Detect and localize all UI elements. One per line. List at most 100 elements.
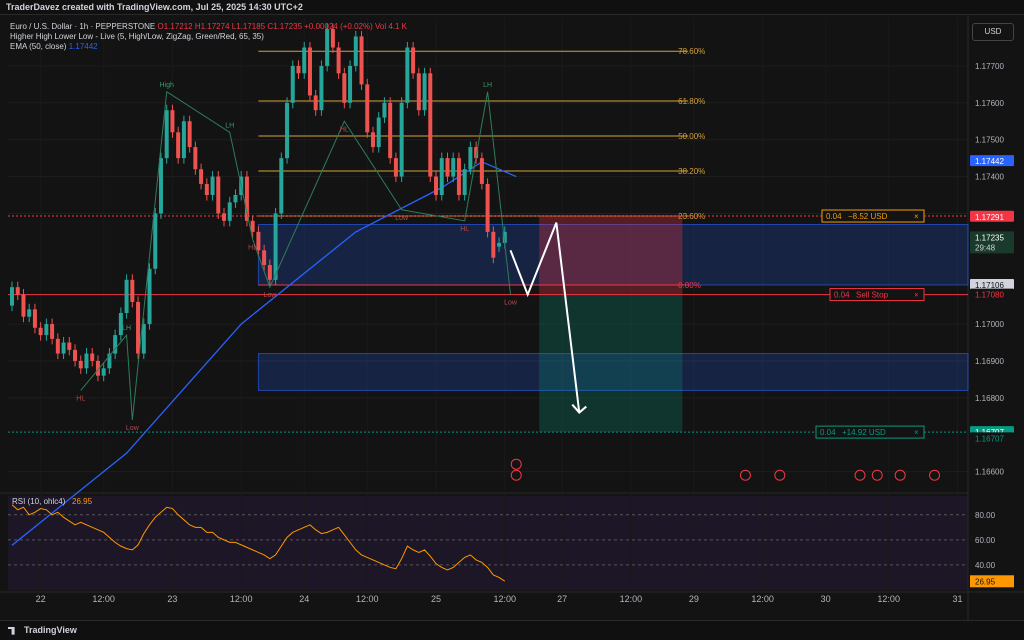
candle-body bbox=[319, 65, 324, 111]
price-chart[interactable]: 1.177001.176001.175001.174001.173001.170… bbox=[0, 15, 1024, 620]
candle-body bbox=[78, 360, 83, 369]
entry-order-label-text: Sell Stop bbox=[856, 291, 889, 300]
tradingview-logo[interactable]: TradingView bbox=[8, 621, 77, 640]
candle-body bbox=[376, 117, 381, 148]
candle-body bbox=[55, 338, 60, 354]
candle-body bbox=[73, 349, 78, 361]
candle-body bbox=[136, 301, 141, 354]
rsi-value-label: 26.95 bbox=[72, 497, 93, 506]
candle-body bbox=[434, 176, 439, 195]
candle-body bbox=[290, 65, 295, 103]
candle-body bbox=[393, 158, 398, 177]
candle-body bbox=[273, 213, 278, 280]
close-icon: × bbox=[914, 428, 919, 437]
candle-body bbox=[497, 242, 502, 247]
chart-legend: Euro / U.S. Dollar · 1h · PEPPERSTONE O1… bbox=[10, 22, 407, 52]
x-tick-label: 12:00 bbox=[751, 594, 774, 604]
pivot-label: Low bbox=[504, 300, 518, 307]
currency-button[interactable]: USD bbox=[972, 23, 1014, 41]
pivot-label: HL bbox=[248, 244, 257, 251]
candle-body bbox=[170, 110, 175, 133]
candle-body bbox=[216, 176, 221, 214]
rsi-background bbox=[8, 496, 968, 590]
x-tick-label: 12:00 bbox=[494, 594, 517, 604]
candle-body bbox=[181, 121, 186, 159]
candle-body bbox=[67, 342, 72, 350]
candle-body bbox=[193, 147, 198, 170]
y-tick-label: 1.17400 bbox=[975, 173, 1004, 182]
indicator-zigzag-label: Higher High Lower Low - Live (5, High/Lo… bbox=[10, 32, 264, 41]
y-tick-label: 1.17600 bbox=[975, 99, 1004, 108]
indicator-ema-label: EMA (50, close) bbox=[10, 42, 67, 51]
entry-order-label-text: 0.04 bbox=[834, 291, 850, 300]
candle-body bbox=[32, 309, 37, 328]
x-tick-label: 25 bbox=[431, 594, 441, 604]
fib-label: 50.00% bbox=[678, 132, 705, 141]
pivot-label: HL bbox=[460, 226, 469, 233]
candle-body bbox=[422, 73, 427, 111]
x-tick-label: 31 bbox=[952, 594, 962, 604]
candle-body bbox=[451, 158, 456, 177]
rsi-level-label: 80.00 bbox=[975, 511, 996, 520]
candle-body bbox=[204, 183, 209, 195]
target-order-label-text: +14.92 USD bbox=[842, 428, 886, 437]
y-tick-label: 1.17000 bbox=[975, 320, 1004, 329]
footer-bar: TradingView bbox=[0, 620, 1024, 640]
candle-body bbox=[15, 287, 20, 295]
candle-body bbox=[38, 327, 43, 336]
pivot-label: HL bbox=[76, 395, 85, 402]
price-tag-text: 1.16707 bbox=[975, 434, 1004, 443]
candle-body bbox=[153, 213, 158, 269]
candle-body bbox=[10, 287, 14, 306]
economic-event-icon bbox=[774, 469, 786, 481]
close-icon: × bbox=[914, 212, 919, 221]
fib-label: 61.80% bbox=[678, 97, 705, 106]
y-tick-label: 1.16600 bbox=[975, 468, 1004, 477]
candle-body bbox=[462, 169, 467, 195]
y-tick-label: 1.16800 bbox=[975, 394, 1004, 403]
ohlc-readout: O1.17212 H1.17274 L1.17185 C1.17235 +0.0… bbox=[157, 22, 407, 31]
economic-event-icon bbox=[871, 469, 883, 481]
candle-body bbox=[370, 132, 375, 148]
candle-body bbox=[147, 268, 152, 325]
candle-body bbox=[187, 121, 192, 148]
candle-body bbox=[210, 176, 215, 195]
candle-body bbox=[468, 147, 473, 170]
economic-event-icon bbox=[510, 458, 522, 470]
x-tick-label: 22 bbox=[36, 594, 46, 604]
economic-event-icon bbox=[894, 469, 906, 481]
price-tag-countdown: 29:48 bbox=[975, 243, 996, 252]
pivot-label: Low bbox=[263, 292, 277, 299]
fib-label: 38.20% bbox=[678, 167, 705, 176]
candle-body bbox=[348, 65, 353, 103]
x-tick-label: 12:00 bbox=[92, 594, 115, 604]
candle-body bbox=[250, 220, 255, 232]
candle-body bbox=[485, 183, 490, 232]
x-tick-label: 27 bbox=[557, 594, 567, 604]
target-order-label-text: 0.04 bbox=[820, 428, 836, 437]
candle-body bbox=[27, 309, 32, 317]
candle-body bbox=[101, 368, 106, 376]
candle-body bbox=[267, 265, 272, 280]
candle-body bbox=[313, 95, 318, 111]
x-tick-label: 24 bbox=[299, 594, 309, 604]
pivot-label: HL bbox=[340, 126, 349, 133]
x-tick-label: 12:00 bbox=[877, 594, 900, 604]
tradingview-icon bbox=[8, 626, 15, 635]
x-tick-label: 30 bbox=[821, 594, 831, 604]
pivot-label: Low bbox=[126, 425, 140, 432]
economic-event-icon bbox=[854, 469, 866, 481]
pivot-label: Low bbox=[395, 215, 409, 222]
candle-body bbox=[199, 169, 204, 184]
y-tick-label: 1.17700 bbox=[975, 62, 1004, 71]
stop-order-label-text: 0.04 bbox=[826, 212, 842, 221]
candle-body bbox=[307, 47, 312, 96]
candle-body bbox=[439, 158, 444, 195]
candle-body bbox=[456, 158, 461, 195]
candle-body bbox=[296, 65, 301, 74]
indicator-ema-value: 1.17442 bbox=[68, 42, 98, 51]
candle-body bbox=[445, 158, 450, 177]
candle-body bbox=[479, 158, 484, 184]
candle-body bbox=[84, 353, 89, 369]
x-tick-label: 12:00 bbox=[620, 594, 643, 604]
